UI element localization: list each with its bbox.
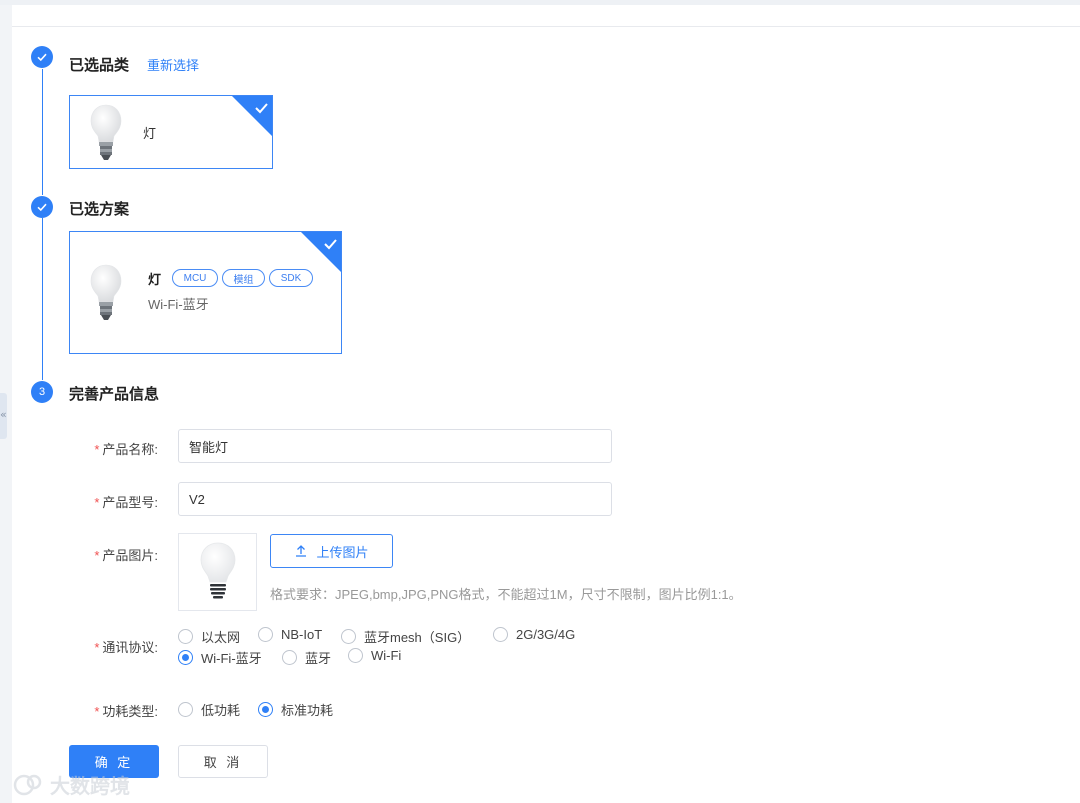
step-2-done-icon	[31, 196, 53, 218]
watermark-text: 大数跨境	[50, 776, 130, 798]
required-mark: *	[94, 495, 100, 510]
radio-wifi-bluetooth[interactable]: Wi-Fi-蓝牙	[178, 648, 262, 667]
selected-category-card[interactable]: 灯	[69, 95, 273, 169]
panel-divider	[12, 26, 1080, 27]
radio-2g-3g-4g[interactable]: 2G/3G/4G	[493, 627, 575, 642]
radio-circle	[282, 650, 297, 665]
cancel-button[interactable]: 取 消	[178, 745, 268, 778]
watermark-logo-icon	[13, 774, 42, 795]
radio-circle	[258, 627, 273, 642]
radio-circle	[493, 627, 508, 642]
tag-module: 模组	[222, 269, 265, 287]
upload-format-hint: 格式要求：JPEG,bmp,JPG,PNG格式，不能超过1M，尺寸不限制，图片比…	[270, 587, 742, 602]
solution-name: 灯	[148, 272, 162, 287]
product-name-input[interactable]	[178, 429, 612, 463]
step-connector-2	[42, 218, 43, 380]
light-bulb-icon	[90, 104, 122, 162]
product-image-label: * 产品图片:	[94, 548, 158, 563]
step-3-title: 完善产品信息	[69, 386, 160, 403]
tag-mcu: MCU	[172, 269, 218, 287]
product-name-label: * 产品名称:	[94, 442, 158, 457]
product-image-preview[interactable]	[178, 533, 257, 611]
double-chevron-left-icon: «	[0, 408, 7, 421]
reselect-link[interactable]: 重新选择	[147, 55, 199, 74]
radio-bluetooth[interactable]: 蓝牙	[282, 648, 331, 667]
watermark: 大数跨境	[12, 770, 130, 799]
power-type-label: * 功耗类型:	[94, 704, 158, 719]
required-mark: *	[94, 704, 100, 719]
sidebar-collapse-handle[interactable]: «	[0, 393, 7, 439]
step-1-title: 已选品类	[69, 57, 130, 74]
radio-circle	[341, 629, 356, 644]
step-2-title: 已选方案	[69, 201, 130, 218]
required-mark: *	[94, 640, 100, 655]
product-model-input[interactable]	[178, 482, 612, 516]
radio-wifi[interactable]: Wi-Fi	[348, 648, 401, 663]
radio-ethernet[interactable]: 以太网	[178, 627, 240, 646]
product-model-label: * 产品型号:	[94, 495, 158, 510]
light-bulb-icon	[90, 264, 122, 322]
step-1-done-icon	[31, 46, 53, 68]
light-bulb-image	[200, 542, 236, 599]
protocol-label: * 通讯协议:	[94, 640, 158, 655]
radio-nb-iot[interactable]: NB-IoT	[258, 627, 322, 642]
solution-protocol: Wi-Fi-蓝牙	[148, 297, 209, 312]
selected-check-icon	[232, 96, 272, 136]
upload-image-button[interactable]: 上传图片	[270, 534, 393, 568]
upload-icon	[296, 545, 307, 557]
radio-circle-selected	[258, 702, 273, 717]
radio-circle	[178, 702, 193, 717]
radio-bluetooth-mesh[interactable]: 蓝牙mesh（SIG）	[341, 627, 470, 646]
radio-low-power[interactable]: 低功耗	[178, 700, 240, 719]
selected-check-icon	[301, 232, 341, 272]
upload-image-label: 上传图片	[316, 544, 369, 560]
required-mark: *	[94, 442, 100, 457]
required-mark: *	[94, 548, 100, 563]
radio-circle	[178, 629, 193, 644]
step-3-number: 3	[31, 381, 53, 403]
radio-circle	[348, 648, 363, 663]
radio-circle-selected	[178, 650, 193, 665]
radio-standard-power[interactable]: 标准功耗	[258, 700, 333, 719]
selected-solution-card[interactable]: 灯 MCU 模组 SDK Wi-Fi-蓝牙	[69, 231, 342, 354]
category-name: 灯	[143, 126, 157, 141]
step-connector-1	[42, 69, 43, 195]
